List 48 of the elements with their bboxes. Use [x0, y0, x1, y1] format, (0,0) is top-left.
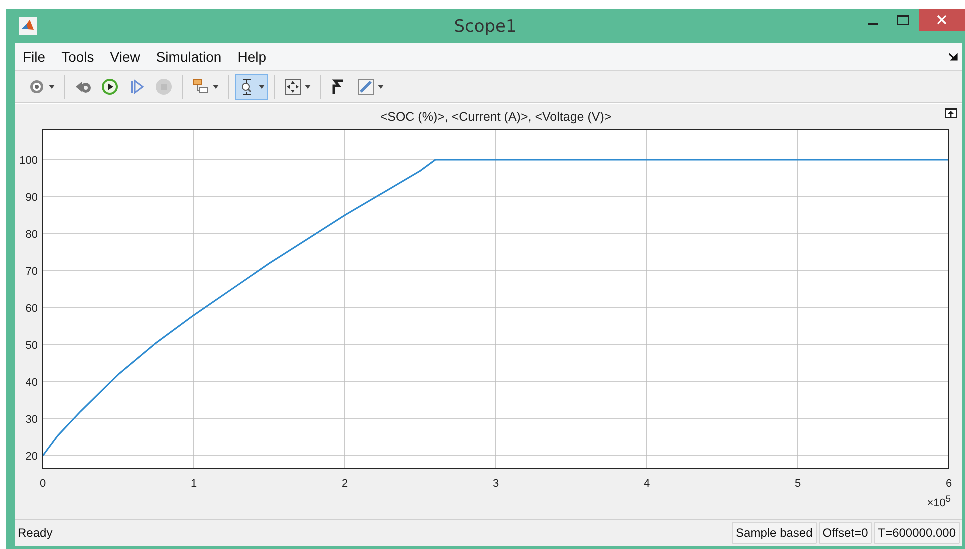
stop-icon — [155, 78, 173, 96]
caret-icon — [378, 84, 384, 88]
caret-icon — [259, 84, 265, 88]
caret-icon — [213, 84, 219, 88]
status-panel: Sample based — [732, 522, 817, 544]
minimize-icon — [868, 23, 878, 25]
caret-icon — [305, 84, 311, 88]
undock-icon[interactable] — [945, 108, 957, 118]
x-tick-label: 6 — [946, 478, 952, 490]
y-tick-label: 20 — [26, 451, 38, 464]
close-button[interactable] — [919, 9, 965, 31]
status-panel: Offset=0 — [818, 522, 872, 544]
menu-item[interactable]: Tools — [62, 48, 94, 64]
axis-exponent-label: ×10$^{5}$ — [927, 494, 951, 510]
menu-item[interactable]: Help — [238, 48, 267, 64]
app-icon — [19, 17, 37, 35]
x-tick-label: 3 — [492, 478, 500, 490]
status-message: Ready — [17, 526, 54, 540]
window-title: Scope1 — [453, 17, 518, 37]
y-tick-label: 30 — [26, 414, 38, 426]
x-tick-label: 2 — [342, 478, 348, 490]
toolbar-button[interactable] — [235, 74, 268, 100]
y-tick-label: 50 — [26, 340, 38, 352]
close-icon — [937, 15, 947, 25]
menu-item[interactable]: View — [110, 48, 140, 64]
play-icon — [101, 78, 119, 96]
y-tick-label: 100 — [20, 154, 38, 167]
y-tick-label: 40 — [26, 377, 38, 390]
caret-icon — [49, 84, 55, 88]
step-forward-icon — [128, 78, 146, 96]
dock-arrow-icon[interactable] — [949, 53, 958, 62]
settings-icon — [28, 78, 46, 96]
x-tick-label: 1 — [190, 478, 198, 490]
menu-item[interactable]: File — [23, 48, 46, 64]
fit-to-view-icon — [284, 78, 302, 96]
x-tick-label: 5 — [794, 478, 802, 490]
chart-title: <SOC (%)>, <Current (A)>, <Voltage (V)> — [380, 110, 612, 124]
y-tick-label: 90 — [26, 192, 38, 204]
block-diagram-icon — [192, 78, 210, 96]
x-tick-label: 0 — [40, 478, 46, 490]
maximize-icon — [897, 15, 909, 25]
x-tick-label: 4 — [644, 478, 650, 490]
ruler-icon — [357, 78, 375, 96]
y-tick-label: 80 — [26, 229, 38, 241]
menu-item[interactable]: Simulation — [156, 48, 222, 64]
y-tick-label: 60 — [26, 303, 38, 315]
y-tick-label: 70 — [26, 266, 38, 278]
status-panel: T=600000.000 — [874, 522, 960, 544]
